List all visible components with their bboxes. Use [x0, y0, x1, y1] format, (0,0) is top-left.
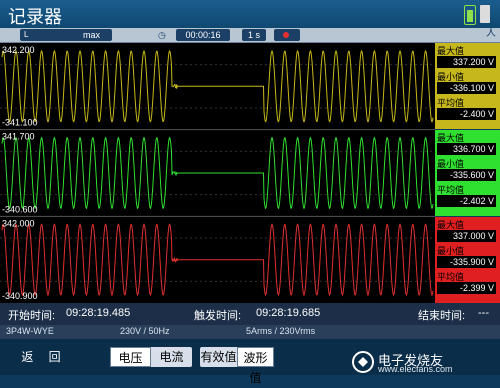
- toolbar: L max ◷ 00:00:16 1 s 人: [0, 28, 500, 43]
- voltage-option[interactable]: 电压: [110, 347, 151, 367]
- record-button[interactable]: [274, 29, 300, 41]
- mode-prefix: L: [24, 29, 28, 41]
- back-button[interactable]: 返 回: [0, 347, 88, 367]
- battery-icon: [464, 5, 476, 25]
- back-label: 返 回: [21, 350, 66, 364]
- waveform-option[interactable]: 波形值: [237, 347, 274, 367]
- topology: 3P4W-WYE: [6, 326, 54, 336]
- voltage-config: 230V / 50Hz: [120, 326, 170, 336]
- ch2-stats: 最大值 336.700 V 最小值 -335.600 V 平均值 -2.402 …: [435, 130, 500, 216]
- ch1-stats: 最大值 337.200 V 最小值 -336.100 V 平均值 -2.400 …: [435, 43, 500, 129]
- app-title: 记录器: [8, 3, 62, 29]
- end-time-value: ---: [478, 307, 489, 319]
- ch1-top-scale: 342.200: [2, 45, 35, 55]
- waveform-plot: 342.200 -341.100 341.700 -340.600 342.000 -34…: [0, 43, 435, 303]
- waveform-svg: 342.200 -341.100 341.700 -340.600 342.000 -34…: [0, 43, 435, 303]
- ch1-avg-value: -2.400 V: [437, 108, 496, 120]
- ch2-min-value: -335.600 V: [437, 169, 496, 181]
- trigger-info-bar: 开始时间: 09:28:19.485 触发时间: 09:28:19.685 结束…: [0, 303, 500, 325]
- ch1-bottom-scale: -341.100: [2, 118, 38, 128]
- stats-panel: 最大值 337.200 V 最小值 -336.100 V 平均值 -2.400 …: [435, 43, 500, 303]
- ch3-bottom-scale: -340.900: [2, 291, 38, 301]
- mode-selector[interactable]: L max: [20, 29, 112, 41]
- ch1-max-value: 337.200 V: [437, 56, 496, 68]
- person-icon[interactable]: 人: [486, 28, 496, 40]
- ch3-top-scale: 342.000: [2, 218, 35, 228]
- waveform-trace-3: [2, 224, 433, 295]
- ch2-bottom-scale: -340.600: [2, 204, 38, 214]
- ch2-top-scale: 341.700: [2, 132, 35, 142]
- ch2-max-value: 336.700 V: [437, 143, 496, 155]
- rms-option[interactable]: 有效值: [200, 347, 237, 367]
- start-time-value: 09:28:19.485: [66, 307, 130, 319]
- title-bar: 记录器: [0, 0, 500, 28]
- clock-icon: ◷: [158, 29, 166, 41]
- sd-card-icon: [480, 5, 490, 23]
- trigger-time-value: 09:28:19.685: [256, 307, 320, 319]
- end-time-label: 结束时间:: [418, 307, 465, 323]
- ch3-avg-value: -2.399 V: [437, 282, 496, 294]
- config-bar: 3P4W-WYE 230V / 50Hz 5Arms / 230Vrms: [0, 325, 500, 339]
- elapsed-time: 00:00:16: [176, 29, 230, 41]
- waveform-trace-1: [2, 51, 433, 122]
- rms-waveform-toggle[interactable]: 有效值 波形值: [200, 347, 274, 367]
- start-time-label: 开始时间:: [8, 307, 55, 323]
- mode-value: max: [83, 29, 100, 41]
- watermark-logo: 电子发烧友 www.elecfans.com: [348, 350, 500, 375]
- ch3-stats: 最大值 337.000 V 最小值 -335.900 V 平均值 -2.399 …: [435, 217, 500, 303]
- voltage-current-toggle[interactable]: 电压 电流: [110, 347, 192, 367]
- interval-button[interactable]: 1 s: [242, 29, 266, 41]
- system-icons: [464, 5, 490, 25]
- ch1-min-value: -336.100 V: [437, 82, 496, 94]
- current-option[interactable]: 电流: [151, 347, 192, 367]
- waveform-trace-2: [2, 138, 433, 209]
- logo-url: www.elecfans.com: [378, 364, 453, 374]
- logo-icon: [350, 351, 376, 373]
- ch3-max-value: 337.000 V: [437, 230, 496, 242]
- ch3-min-value: -335.900 V: [437, 256, 496, 268]
- trigger-time-label: 触发时间:: [194, 307, 241, 323]
- range-config: 5Arms / 230Vrms: [246, 326, 315, 336]
- ch2-avg-value: -2.402 V: [437, 195, 496, 207]
